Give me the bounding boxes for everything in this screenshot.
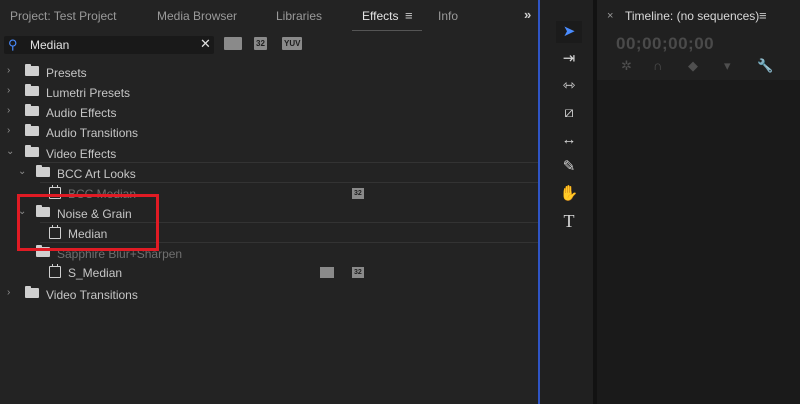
search-icon: ⚲	[8, 37, 18, 52]
chevron-right-icon[interactable]: ›	[7, 105, 10, 116]
ripple-edit-tool-icon[interactable]: ⇿	[556, 75, 582, 97]
tree-item-audio-transitions[interactable]: › Audio Transitions	[0, 122, 539, 142]
linked-selection-icon[interactable]: ∩	[653, 58, 662, 73]
close-timeline-icon[interactable]: ×	[607, 10, 613, 22]
track-select-tool-icon[interactable]: ⇥	[556, 48, 582, 70]
add-marker-icon[interactable]: ◆	[688, 58, 698, 74]
wrench-icon[interactable]: 🔧	[757, 58, 773, 74]
tab-libraries[interactable]: Libraries	[276, 9, 322, 23]
tree-item-label: Audio Effects	[46, 106, 117, 120]
panel-tab-bar: Project: Test Project Media Browser Libr…	[0, 0, 539, 32]
tree-item-label: Presets	[46, 66, 87, 80]
tab-effects[interactable]: Effects	[362, 9, 398, 23]
hand-tool-icon[interactable]: ✋	[556, 183, 582, 205]
tree-item-label: Audio Transitions	[46, 126, 139, 140]
tree-item-s-median[interactable]: S_Median 32	[0, 262, 539, 282]
selection-tool-icon[interactable]: ➤	[556, 21, 582, 43]
active-tab-underline	[352, 30, 422, 31]
timeline-title: Timeline: (no sequences)	[625, 9, 760, 23]
folder-icon	[25, 286, 39, 298]
folder-icon	[25, 104, 39, 116]
pen-tool-icon[interactable]: ✎	[556, 156, 582, 178]
timeline-timecode[interactable]: 00;00;00;00	[616, 34, 714, 54]
accelerated-badge-icon	[320, 267, 334, 278]
tree-item-label: Lumetri Presets	[46, 86, 131, 100]
tree-item-label: S_Median	[68, 266, 123, 280]
tree-item-bcc-art-looks[interactable]: ⌄ BCC Art Looks	[0, 163, 539, 183]
chevron-down-icon[interactable]: ⌄	[6, 146, 14, 157]
search-input[interactable]	[30, 37, 190, 53]
folder-icon	[25, 84, 39, 96]
folder-icon	[25, 145, 39, 157]
tab-info[interactable]: Info	[438, 9, 458, 23]
slip-tool-icon[interactable]: ↔	[556, 129, 582, 151]
marker-icon[interactable]: ▾	[724, 58, 731, 74]
tree-item-label: Video Transitions	[46, 288, 138, 302]
razor-tool-icon[interactable]: ⧄	[556, 102, 582, 124]
highlight-box	[17, 194, 159, 251]
panel-overflow-chevron-icon[interactable]: »	[524, 7, 531, 22]
effects-panel-menu-icon[interactable]: ≡	[405, 8, 413, 23]
folder-icon	[25, 64, 39, 76]
folder-icon	[25, 124, 39, 136]
effect-icon	[49, 264, 61, 278]
chevron-right-icon[interactable]: ›	[7, 65, 10, 76]
yuv-filter-icon[interactable]: YUV	[282, 37, 303, 50]
tree-item-label: Video Effects	[46, 147, 117, 161]
chevron-right-icon[interactable]: ›	[7, 85, 10, 96]
tab-project[interactable]: Project: Test Project	[10, 9, 117, 23]
accelerated-effects-filter-icon[interactable]	[224, 37, 242, 50]
tree-item-presets[interactable]: › Presets	[0, 62, 539, 82]
32-bit-badge-icon: 32	[352, 188, 364, 199]
tree-item-audio-effects[interactable]: › Audio Effects	[0, 102, 539, 122]
tree-item-lumetri-presets[interactable]: › Lumetri Presets	[0, 82, 539, 102]
tree-item-label: BCC Art Looks	[57, 167, 136, 181]
chevron-right-icon[interactable]: ›	[7, 287, 10, 298]
tab-media-browser[interactable]: Media Browser	[157, 9, 237, 23]
chevron-down-icon[interactable]: ⌄	[18, 166, 26, 177]
search-box: ⚲ ✕	[4, 36, 214, 54]
chevron-right-icon[interactable]: ›	[7, 125, 10, 136]
32-bit-badge-icon: 32	[352, 267, 364, 278]
tree-item-video-effects[interactable]: ⌄ Video Effects	[0, 143, 539, 163]
timeline-menu-icon[interactable]: ≡	[759, 8, 767, 23]
type-tool-icon[interactable]: T	[556, 210, 582, 232]
effects-panel: Project: Test Project Media Browser Libr…	[0, 0, 539, 404]
tree-item-video-transitions[interactable]: › Video Transitions	[0, 284, 539, 304]
snap-icon[interactable]: ✲	[621, 58, 632, 74]
folder-icon	[36, 165, 50, 177]
clear-search-icon[interactable]: ✕	[200, 36, 211, 52]
timeline-body	[597, 80, 800, 404]
32-bit-filter-icon[interactable]: 32	[254, 37, 267, 50]
